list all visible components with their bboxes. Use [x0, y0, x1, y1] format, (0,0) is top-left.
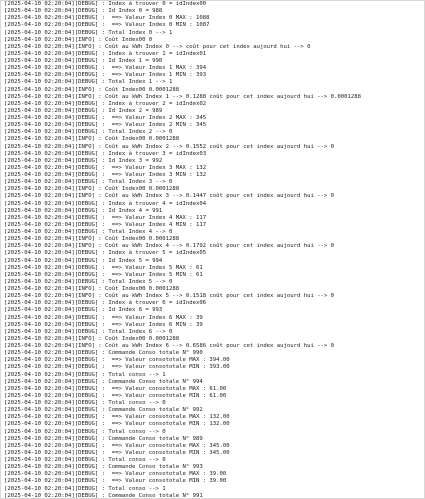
log-line: [2025-04-10 02:20:04][DEBUG] : ==> Valeu… [4, 478, 227, 485]
log-line: [2025-04-10 02:20:04][DEBUG] : Total Ind… [4, 79, 173, 86]
log-line: [2025-04-10 02:20:04][DEBUG] : Index à t… [4, 300, 207, 307]
log-line: [2025-04-10 02:20:04][DEBUG] : ==> Valeu… [4, 271, 203, 278]
log-line: [2025-04-10 02:20:04][INFO] : Coût Index… [4, 335, 180, 342]
log-line: [2025-04-10 02:20:04][DEBUG] : Commande … [4, 435, 203, 442]
log-line: [2025-04-10 02:20:04][DEBUG] : Index à t… [4, 1, 207, 7]
log-line: [2025-04-10 02:20:04][INFO] : Coût au kW… [4, 143, 335, 150]
log-line: [2025-04-10 02:20:04][DEBUG] : Total con… [4, 400, 166, 406]
log-line: [2025-04-10 02:20:04][DEBUG] : ==> Valeu… [4, 442, 230, 449]
log-line: [2025-04-10 02:20:04][DEBUG] : ==> Valeu… [4, 264, 203, 271]
log-line: [2025-04-10 02:20:04][DEBUG] : Total con… [4, 428, 166, 435]
log-line: [2025-04-10 02:20:04][DEBUG] : Id Index … [4, 107, 163, 114]
log-line: [2025-04-10 02:20:04][DEBUG] : Total con… [4, 457, 166, 463]
log-line: [2025-04-10 02:20:04][INFO] : Coût Index… [4, 136, 180, 143]
log-line: [2025-04-10 02:20:04][INFO] : Coût au kW… [4, 343, 335, 349]
log-line: [2025-04-10 02:20:04][INFO] : Coût au kW… [4, 193, 335, 200]
log-line: [2025-04-10 02:20:04][INFO] : Coût Index… [4, 36, 153, 43]
log-line: [2025-04-10 02:20:04][DEBUG] : Commande … [4, 407, 203, 414]
log-line: [2025-04-10 02:20:04][DEBUG] : ==> Valeu… [4, 72, 207, 79]
log-line: [2025-04-10 02:20:04][DEBUG] : Id Index … [4, 157, 163, 164]
log-line: [2025-04-10 02:20:04][DEBUG] : Id Index … [4, 58, 163, 64]
log-line: [2025-04-10 02:20:04][INFO] : Coût Index… [4, 86, 180, 93]
log-line: [2025-04-10 02:20:04][DEBUG] : Total con… [4, 485, 166, 492]
log-line: [2025-04-10 02:20:04][DEBUG] : ==> Valeu… [4, 314, 203, 321]
log-line: [2025-04-10 02:20:04][DEBUG] : ==> Valeu… [4, 364, 230, 371]
log-line: [2025-04-10 02:20:04][INFO] : Coût au kW… [4, 93, 361, 100]
log-line: [2025-04-10 02:20:04][DEBUG] : ==> Valeu… [4, 115, 207, 121]
log-line: [2025-04-10 02:20:04][DEBUG] : Id Index … [4, 8, 163, 15]
log-line: [2025-04-10 02:20:04][DEBUG] : Index à t… [4, 150, 207, 157]
log-line: [2025-04-10 02:20:04][DEBUG] : Index à t… [4, 50, 207, 57]
log-line: [2025-04-10 02:20:04][DEBUG] : ==> Valeu… [4, 15, 210, 22]
log-line: [2025-04-10 02:20:04][DEBUG] : Id Index … [4, 307, 163, 314]
log-line: [2025-04-10 02:20:04][DEBUG] : ==> Valeu… [4, 221, 207, 228]
log-line: [2025-04-10 02:20:04][DEBUG] : ==> Valeu… [4, 392, 227, 399]
log-line: [2025-04-10 02:20:04][DEBUG] : ==> Valeu… [4, 321, 203, 328]
log-line: [2025-04-10 02:20:04][DEBUG] : Total Ind… [4, 328, 173, 335]
log-line: [2025-04-10 02:20:04][DEBUG] : ==> Valeu… [4, 414, 230, 421]
log-line: [2025-04-10 02:20:04][DEBUG] : ==> Valeu… [4, 172, 207, 178]
log-line: [2025-04-10 02:20:04][DEBUG] : Index à t… [4, 250, 207, 257]
log-line: [2025-04-10 02:20:04][DEBUG] : ==> Valeu… [4, 449, 230, 456]
log-line: [2025-04-10 02:20:04][DEBUG] : ==> Valeu… [4, 214, 207, 221]
log-line: [2025-04-10 02:20:04][DEBUG] : ==> Valeu… [4, 22, 210, 29]
log-line: [2025-04-10 02:20:04][INFO] : Coût au kW… [4, 43, 311, 50]
log-line: [2025-04-10 02:20:04][DEBUG] : Commande … [4, 378, 203, 385]
log-output: [2025-04-10 02:20:04][DEBUG] : Index à t… [0, 0, 425, 499]
log-line: [2025-04-10 02:20:04][DEBUG] : ==> Valeu… [4, 385, 227, 392]
log-line: [2025-04-10 02:20:04][DEBUG] : ==> Valeu… [4, 65, 207, 72]
log-line: [2025-04-10 02:20:04][DEBUG] : ==> Valeu… [4, 421, 230, 428]
log-line: [2025-04-10 02:20:04][DEBUG] : Total con… [4, 371, 166, 378]
log-line: [2025-04-10 02:20:04][DEBUG] : Commande … [4, 464, 203, 471]
log-line: [2025-04-10 02:20:04][DEBUG] : ==> Valeu… [4, 471, 227, 478]
log-line: [2025-04-10 02:20:04][DEBUG] : ==> Valeu… [4, 357, 230, 364]
log-line: [2025-04-10 02:20:04][DEBUG] : Id Index … [4, 207, 163, 214]
log-line: [2025-04-10 02:20:04][DEBUG] : Total Ind… [4, 278, 173, 285]
log-line: [2025-04-10 02:20:04][DEBUG] : ==> Valeu… [4, 122, 207, 129]
log-line: [2025-04-10 02:20:04][DEBUG] : ==> Valeu… [4, 164, 207, 171]
log-line: [2025-04-10 02:20:04][DEBUG] : Index à t… [4, 100, 207, 107]
log-line: [2025-04-10 02:20:04][DEBUG] : Id Index … [4, 257, 163, 264]
log-line: [2025-04-10 02:20:04][DEBUG] : Commande … [4, 492, 203, 499]
log-line: [2025-04-10 02:20:04][DEBUG] : Total Ind… [4, 29, 173, 36]
log-line: [2025-04-10 02:20:04][DEBUG] : Commande … [4, 350, 203, 357]
log-line: [2025-04-10 02:20:04][DEBUG] : Index à t… [4, 200, 207, 207]
